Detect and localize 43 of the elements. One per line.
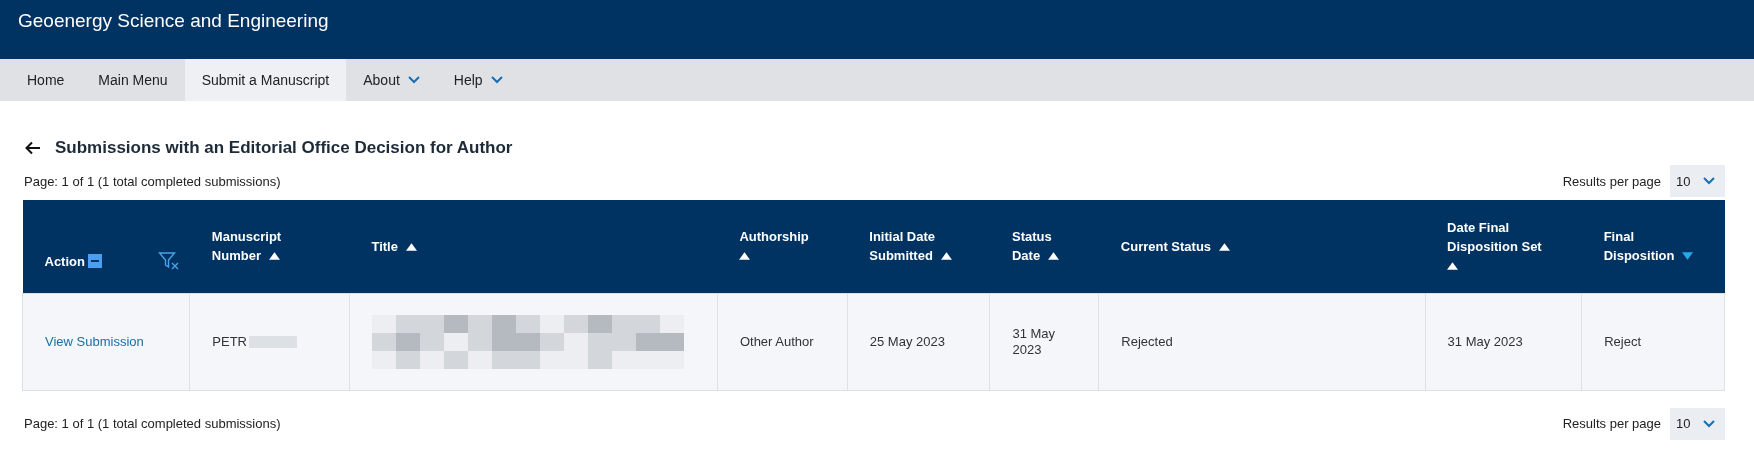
sort-up-icon[interactable]	[739, 252, 751, 261]
sort-up-icon[interactable]	[1447, 261, 1459, 270]
column-header[interactable]: Current Status	[1098, 200, 1426, 293]
back-arrow-icon[interactable]	[25, 141, 41, 155]
nav-item[interactable]: Main Menu	[81, 59, 185, 101]
column-header[interactable]: Authorship	[717, 200, 848, 293]
column-header[interactable]: Final Disposition	[1581, 200, 1725, 293]
view-submission-link[interactable]: View Submission	[45, 334, 144, 349]
results-per-page-label: Results per page	[1562, 173, 1661, 189]
chevron-down-icon	[1703, 177, 1715, 185]
results-per-page-label: Results per page	[1562, 416, 1661, 431]
nav-item[interactable]: Help	[436, 59, 520, 101]
page-info: Page: 1 of 1 (1 total completed submissions)	[23, 416, 282, 431]
sort-up-icon[interactable]	[1048, 252, 1060, 261]
journal-title: Geoenergy Science and Engineering	[18, 10, 329, 32]
nav-item[interactable]: Submit a Manuscript	[184, 59, 347, 101]
column-header[interactable]: Date Final Disposition Set	[1425, 200, 1582, 293]
nav-item[interactable]: About	[346, 59, 437, 101]
column-header[interactable]: Manuscript Number	[189, 200, 350, 293]
sort-up-icon[interactable]	[405, 242, 417, 251]
table-cell: Reject	[1604, 334, 1642, 349]
table-cell: 31 May 2023	[1447, 334, 1523, 349]
column-header[interactable]: Status Date	[989, 200, 1099, 293]
table-cell: Other Author	[739, 334, 814, 349]
clear-filter-icon[interactable]	[157, 251, 180, 272]
column-header[interactable]: Initial Date Submitted	[847, 200, 990, 293]
results-per-page-select[interactable]: 10	[1670, 407, 1725, 440]
nav-item[interactable]: Home	[10, 59, 82, 101]
sort-up-icon[interactable]	[1219, 242, 1231, 251]
column-header[interactable]: Title	[349, 200, 718, 293]
page-info: Page: 1 of 1 (1 total completed submissions)	[23, 173, 282, 189]
sort-up-icon[interactable]	[268, 252, 280, 261]
sort-down-icon[interactable]	[1682, 252, 1694, 261]
table-cell-text: 31 May 2023	[1012, 325, 1057, 358]
table-cell: 25 May 2023	[869, 334, 945, 349]
column-header[interactable]: Action	[22, 200, 190, 293]
page-heading: Submissions with an Editorial Office Decision for Author	[55, 138, 513, 158]
chevron-down-icon	[1703, 419, 1715, 428]
table-cell: PETR	[212, 334, 247, 349]
table-cell: Rejected	[1121, 334, 1173, 349]
collapse-icon[interactable]	[87, 254, 102, 269]
results-per-page-select[interactable]: 10	[1670, 165, 1725, 197]
sort-up-icon[interactable]	[940, 252, 952, 261]
